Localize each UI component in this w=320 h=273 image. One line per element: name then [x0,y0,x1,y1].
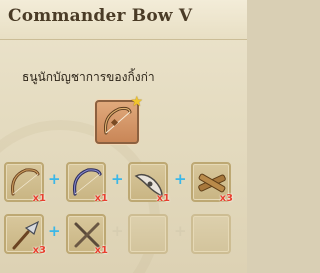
plus-sign: + [48,222,61,240]
plus-sign: + [111,170,124,188]
material-quantity: x1 [32,193,46,204]
item-subtitle: ธนูนักบัญชาการของกิ้งก่า [22,70,155,84]
material-slot-arrowhead[interactable]: x3 [4,214,46,256]
plus-sign: + [48,170,61,188]
material-slot-boomerang[interactable]: x1 [128,162,170,204]
empty-material-slot[interactable] [128,214,168,254]
result-item-slot[interactable]: ★ [95,94,143,144]
material-slot-crossed-sticks[interactable]: x3 [191,162,233,204]
material-quantity: x1 [94,193,108,204]
window-title: Commander Bow V [8,6,193,26]
recipe-panel: Commander Bow V ธนูนักบัญชาการของกิ้งก่า… [0,0,247,273]
empty-material-slot[interactable] [191,214,231,254]
plus-sign: + [174,222,187,240]
star-icon: ★ [130,94,143,110]
material-quantity: x1 [156,193,170,204]
title-bar: Commander Bow V [0,0,247,40]
material-slot-dark-bow[interactable]: x1 [66,162,108,204]
material-quantity: x3 [219,193,233,204]
material-quantity: x3 [32,245,46,256]
material-slot-bow[interactable]: x1 [4,162,46,204]
material-slot-crossed-rods[interactable]: x1 [66,214,108,256]
material-quantity: x1 [94,245,108,256]
plus-sign: + [111,222,124,240]
plus-sign: + [174,170,187,188]
